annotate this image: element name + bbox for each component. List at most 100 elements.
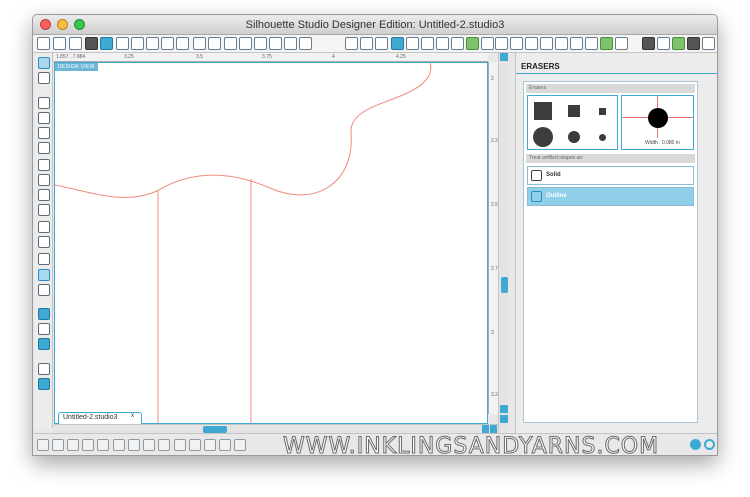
gradient-icon[interactable] bbox=[406, 37, 419, 50]
eraser-icon[interactable] bbox=[38, 269, 50, 281]
bring-forward-icon[interactable] bbox=[189, 439, 201, 451]
option-solid[interactable]: Solid bbox=[527, 166, 694, 185]
large-square-eraser[interactable] bbox=[534, 102, 552, 120]
make-compound-icon[interactable] bbox=[97, 439, 109, 451]
knife-tool-icon[interactable] bbox=[38, 284, 50, 296]
option-label: Solid bbox=[546, 172, 561, 178]
medium-square-eraser[interactable] bbox=[568, 105, 580, 117]
deselect-icon[interactable] bbox=[52, 439, 64, 451]
new-icon[interactable] bbox=[37, 37, 50, 50]
edit-points-icon[interactable] bbox=[38, 72, 50, 84]
cut-icon[interactable] bbox=[176, 37, 189, 50]
page-view-icon[interactable] bbox=[38, 363, 50, 375]
redo-icon[interactable] bbox=[208, 37, 221, 50]
offset-small-icon[interactable] bbox=[143, 439, 155, 451]
select-tool-icon[interactable] bbox=[38, 57, 50, 69]
print-cut-icon[interactable] bbox=[131, 37, 144, 50]
eraser-tool-icon[interactable] bbox=[687, 37, 700, 50]
design-canvas[interactable]: DESIGN VIEW bbox=[54, 62, 488, 424]
scroll-left-arrow-icon[interactable] bbox=[482, 425, 489, 433]
zoom-in-icon[interactable] bbox=[239, 37, 252, 50]
page-setup-icon[interactable] bbox=[345, 37, 358, 50]
view-icon[interactable] bbox=[672, 37, 685, 50]
pattern-icon[interactable] bbox=[421, 37, 434, 50]
erasers-panel: ERASERS Erasers Width : 0.080 in Treat u… bbox=[515, 53, 717, 433]
smooth-freehand-icon[interactable] bbox=[38, 221, 50, 233]
registration-icon[interactable] bbox=[375, 37, 388, 50]
fill-color-icon[interactable] bbox=[391, 37, 404, 50]
small-square-eraser[interactable] bbox=[599, 108, 606, 115]
save-icon[interactable] bbox=[85, 37, 98, 50]
line-color-icon[interactable] bbox=[436, 37, 449, 50]
online-store-icon[interactable] bbox=[38, 338, 50, 350]
duplicate-icon[interactable] bbox=[158, 439, 170, 451]
close-tab-icon[interactable]: x bbox=[131, 413, 134, 419]
scroll-down-arrow-icon[interactable] bbox=[500, 415, 508, 423]
horizontal-scrollbar[interactable] bbox=[54, 424, 498, 433]
trace-icon[interactable] bbox=[585, 37, 598, 50]
weld-icon[interactable] bbox=[128, 439, 140, 451]
scroll-right-arrow-icon[interactable] bbox=[490, 425, 497, 433]
split-view-icon[interactable] bbox=[38, 378, 50, 390]
scroll-up-arrow-icon[interactable] bbox=[500, 405, 508, 413]
refresh-icon[interactable] bbox=[704, 439, 715, 450]
zoom-page-icon[interactable] bbox=[299, 37, 312, 50]
delete-icon[interactable] bbox=[174, 439, 186, 451]
text-tool-icon[interactable] bbox=[38, 253, 50, 265]
select-all-icon[interactable] bbox=[37, 439, 49, 451]
grid-settings-icon[interactable] bbox=[360, 37, 373, 50]
mirror-icon[interactable] bbox=[219, 439, 231, 451]
rounded-rectangle-icon[interactable] bbox=[38, 127, 50, 139]
option-outline[interactable]: Outline bbox=[527, 187, 694, 206]
large-round-eraser[interactable] bbox=[533, 127, 553, 147]
copy-icon[interactable] bbox=[146, 37, 159, 50]
paste-icon[interactable] bbox=[161, 37, 174, 50]
small-round-eraser[interactable] bbox=[599, 134, 606, 141]
transform-icon[interactable] bbox=[510, 37, 523, 50]
print-icon[interactable] bbox=[116, 37, 129, 50]
replicate-icon[interactable] bbox=[525, 37, 538, 50]
send-to-cutter-icon[interactable] bbox=[642, 37, 655, 50]
send-backward-icon[interactable] bbox=[204, 439, 216, 451]
ungroup-icon[interactable] bbox=[82, 439, 94, 451]
settings-gear-icon[interactable] bbox=[690, 439, 701, 450]
save-to-library-icon[interactable] bbox=[100, 37, 113, 50]
freehand-tool-icon[interactable] bbox=[38, 204, 50, 216]
curve-tool-icon[interactable] bbox=[38, 174, 50, 186]
store-icon[interactable] bbox=[615, 37, 628, 50]
layers-icon[interactable] bbox=[657, 37, 670, 50]
vertical-scroll-thumb[interactable] bbox=[501, 277, 508, 293]
release-compound-icon[interactable] bbox=[113, 439, 125, 451]
pen-shape-icon[interactable] bbox=[38, 236, 50, 248]
sketch-icon[interactable] bbox=[702, 37, 715, 50]
library-icon[interactable] bbox=[600, 37, 613, 50]
rotate-icon[interactable] bbox=[234, 439, 246, 451]
medium-round-eraser[interactable] bbox=[568, 131, 580, 143]
ellipse-tool-icon[interactable] bbox=[38, 142, 50, 154]
arc-tool-icon[interactable] bbox=[38, 189, 50, 201]
zoom-out-icon[interactable] bbox=[254, 37, 267, 50]
line-style-icon[interactable] bbox=[451, 37, 464, 50]
fit-icon[interactable] bbox=[284, 37, 297, 50]
library-view-icon[interactable] bbox=[38, 323, 50, 335]
import-icon[interactable] bbox=[69, 37, 82, 50]
zoom-select-icon[interactable] bbox=[269, 37, 282, 50]
modify-icon[interactable] bbox=[540, 37, 553, 50]
scroll-up-icon[interactable] bbox=[500, 53, 508, 61]
line-tool-icon[interactable] bbox=[38, 97, 50, 109]
vertical-scrollbar[interactable] bbox=[498, 53, 509, 433]
rectangle-tool-icon[interactable] bbox=[38, 112, 50, 124]
undo-icon[interactable] bbox=[193, 37, 206, 50]
polygon-tool-icon[interactable] bbox=[38, 159, 50, 171]
design-view-icon[interactable] bbox=[38, 308, 50, 320]
knife-icon[interactable] bbox=[555, 37, 568, 50]
text-style-icon[interactable] bbox=[495, 37, 508, 50]
transparency-icon[interactable] bbox=[481, 37, 494, 50]
horizontal-scroll-thumb[interactable] bbox=[203, 426, 227, 433]
document-tab[interactable]: Untitled-2.studio3 x bbox=[58, 412, 142, 424]
offset-icon[interactable] bbox=[570, 37, 583, 50]
cut-settings-icon[interactable] bbox=[466, 37, 479, 50]
group-icon[interactable] bbox=[67, 439, 79, 451]
open-icon[interactable] bbox=[53, 37, 66, 50]
pan-icon[interactable] bbox=[224, 37, 237, 50]
